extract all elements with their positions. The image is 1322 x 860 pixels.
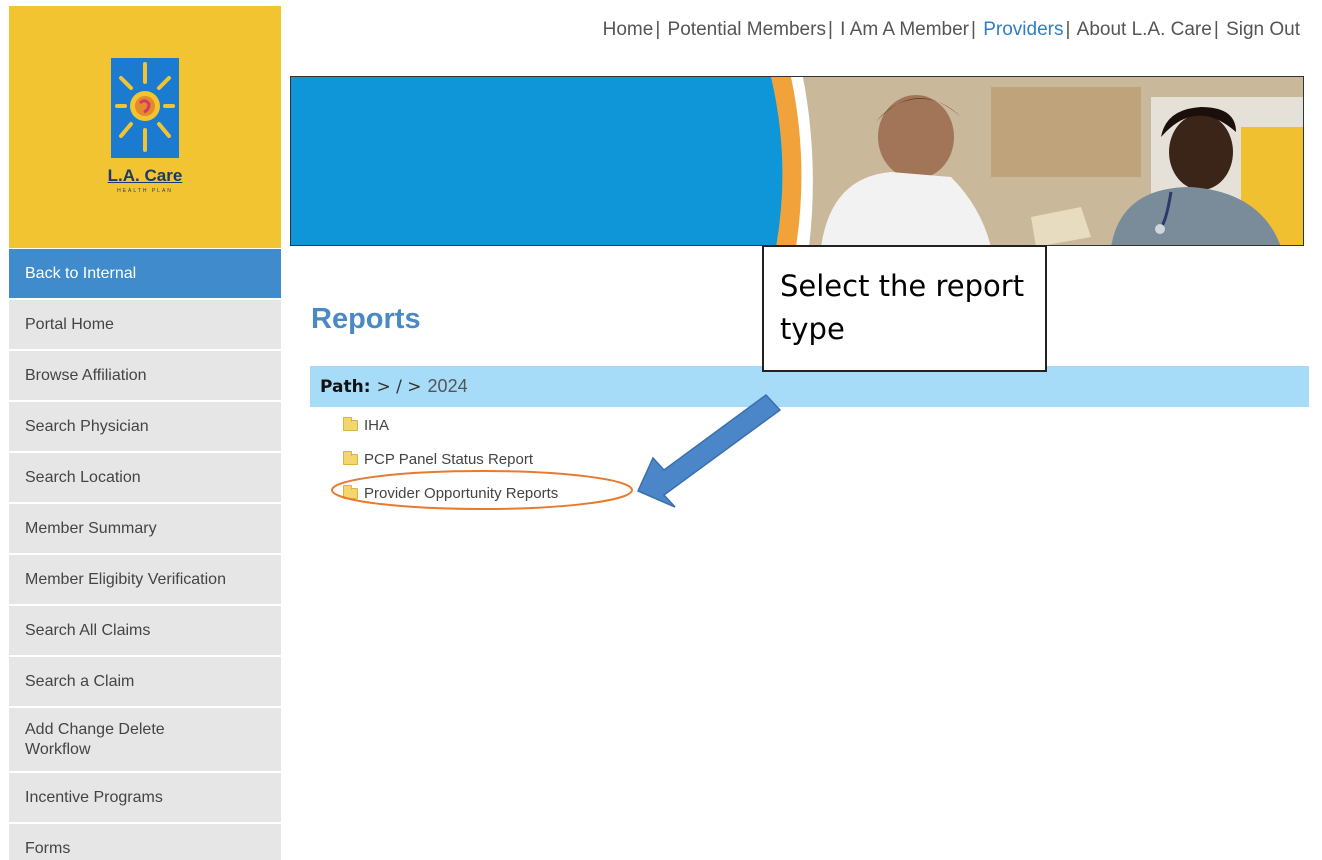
annotation-callout: Select the report type — [762, 245, 1047, 372]
arrow-icon — [637, 394, 782, 508]
folder-pcp-panel-status-report[interactable]: PCP Panel Status Report — [343, 450, 558, 469]
nav-about[interactable]: About L.A. Care — [1077, 19, 1212, 40]
folder-provider-opportunity-reports[interactable]: Provider Opportunity Reports — [343, 484, 558, 503]
sidebar-item-search-physician[interactable]: Search Physician — [9, 402, 281, 453]
folder-iha[interactable]: IHA — [343, 416, 558, 435]
sidebar-item-search-all-claims[interactable]: Search All Claims — [9, 606, 281, 657]
logo-name: L.A. Care — [107, 166, 183, 185]
folder-label: IHA — [364, 417, 390, 434]
sidebar-item-member-summary[interactable]: Member Summary — [9, 504, 281, 555]
path-segments: > / > — [376, 376, 422, 397]
nav-i-am-a-member[interactable]: I Am A Member — [840, 19, 969, 40]
nav-home[interactable]: Home — [603, 19, 654, 40]
path-label: Path: — [320, 376, 371, 397]
folder-icon — [343, 485, 358, 499]
sidebar-item-back-to-internal[interactable]: Back to Internal — [9, 249, 281, 300]
nav-potential-members[interactable]: Potential Members — [668, 19, 826, 40]
sidebar-item-search-a-claim[interactable]: Search a Claim — [9, 657, 281, 708]
sidebar-item-browse-affiliation[interactable]: Browse Affiliation — [9, 351, 281, 402]
sidebar-item-search-location[interactable]: Search Location — [9, 453, 281, 504]
sidebar-item-incentive-programs[interactable]: Incentive Programs — [9, 773, 281, 824]
page-title: Reports — [311, 303, 421, 335]
logo-block: L.A. Care HEALTH PLAN — [9, 6, 281, 248]
folder-label: PCP Panel Status Report — [364, 451, 533, 468]
sidebar-item-member-eligibility-verification[interactable]: Member Eligibity Verification — [9, 555, 281, 606]
logo-tagline: HEALTH PLAN — [117, 188, 173, 194]
nav-providers[interactable]: Providers — [983, 19, 1063, 40]
path-current[interactable]: 2024 — [428, 376, 468, 397]
sidebar-item-forms[interactable]: Forms — [9, 824, 281, 860]
folder-icon — [343, 451, 358, 465]
top-navigation: Home | Potential Members | I Am A Member | … — [602, 19, 1300, 40]
header-banner — [290, 76, 1304, 246]
folder-list: IHA PCP Panel Status Report Provider Opp… — [343, 416, 558, 518]
folder-icon — [343, 417, 358, 431]
la-care-logo-icon — [111, 58, 179, 158]
sidebar-item-portal-home[interactable]: Portal Home — [9, 300, 281, 351]
sidebar: Back to Internal Portal Home Browse Affi… — [9, 249, 281, 860]
folder-label: Provider Opportunity Reports — [364, 485, 559, 502]
path-bar: Path: > / > 2024 — [310, 366, 1309, 407]
nav-sign-out[interactable]: Sign Out — [1226, 19, 1300, 40]
banner-photo-image — [291, 77, 1303, 245]
sidebar-item-add-change-delete-workflow[interactable]: Add Change Delete Workflow — [9, 708, 281, 773]
